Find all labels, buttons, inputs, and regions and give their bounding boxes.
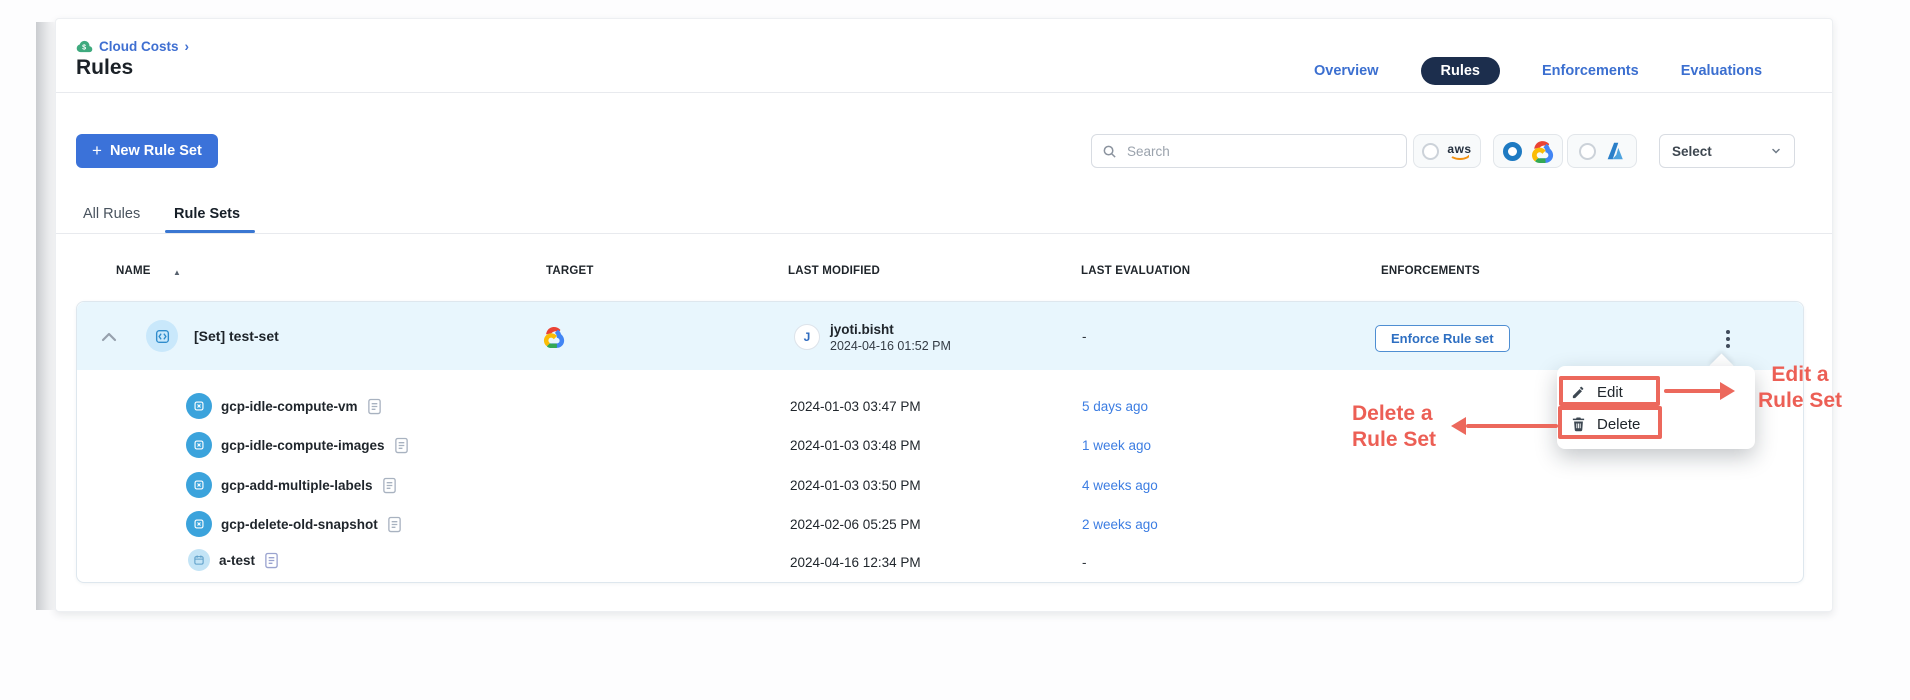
rule-doc-icon[interactable] bbox=[367, 398, 382, 415]
plus-icon: + bbox=[92, 141, 102, 161]
tab-all-rules[interactable]: All Rules bbox=[83, 206, 140, 222]
new-rule-set-button[interactable]: + New Rule Set bbox=[76, 134, 218, 168]
pencil-icon bbox=[1571, 385, 1586, 400]
rule-set-header-row[interactable]: [Set] test-set J jyoti.bisht 2024-04-16 … bbox=[77, 302, 1803, 370]
rule-doc-icon[interactable] bbox=[264, 552, 279, 569]
rule-set-icon bbox=[146, 320, 178, 352]
cloud-dollar-icon: $ bbox=[76, 38, 93, 55]
rule-icon bbox=[186, 432, 212, 458]
provider-toggle-aws[interactable]: aws bbox=[1413, 134, 1481, 168]
rule-doc-icon[interactable] bbox=[394, 437, 409, 454]
menu-item-edit[interactable]: Edit bbox=[1571, 378, 1741, 406]
rule-name[interactable]: gcp-add-multiple-labels bbox=[221, 478, 373, 493]
rule-set-name[interactable]: [Set] test-set bbox=[194, 328, 279, 344]
menu-item-delete[interactable]: Delete bbox=[1571, 410, 1741, 438]
breadcrumb-label[interactable]: Cloud Costs bbox=[99, 39, 179, 54]
rule-doc-icon[interactable] bbox=[382, 477, 397, 494]
modified-at: 2024-04-16 01:52 PM bbox=[830, 339, 951, 353]
column-header-last-evaluation: LAST EVALUATION bbox=[1081, 265, 1190, 277]
table-row[interactable]: gcp-idle-compute-vm 2024-01-03 03:47 PM … bbox=[77, 386, 1803, 426]
context-menu: Edit Delete bbox=[1557, 366, 1755, 449]
rule-modified: 2024-02-06 05:25 PM bbox=[790, 517, 921, 532]
tabs-divider bbox=[56, 233, 1832, 234]
rule-icon bbox=[186, 393, 212, 419]
rule-evaluation-link[interactable]: 2 weeks ago bbox=[1082, 517, 1158, 532]
kebab-menu-icon[interactable] bbox=[1717, 324, 1739, 354]
panel-edge-shadow bbox=[36, 22, 56, 610]
column-header-last-modified: LAST MODIFIED bbox=[788, 265, 880, 277]
rule-doc-icon[interactable] bbox=[387, 516, 402, 533]
gcp-target-icon bbox=[542, 325, 565, 348]
last-modified-cell: jyoti.bisht 2024-04-16 01:52 PM bbox=[830, 322, 951, 353]
tab-overview[interactable]: Overview bbox=[1314, 63, 1379, 79]
column-header-name[interactable]: NAME bbox=[116, 265, 151, 277]
column-header-target: TARGET bbox=[546, 265, 594, 277]
avatar: J bbox=[794, 324, 820, 350]
breadcrumb-separator: › bbox=[185, 39, 190, 54]
main-card: $ Cloud Costs › Rules Overview Rules Enf… bbox=[55, 18, 1833, 612]
rule-name[interactable]: gcp-idle-compute-vm bbox=[221, 399, 358, 414]
aws-icon: aws bbox=[1447, 143, 1471, 160]
rule-modified: 2024-01-03 03:50 PM bbox=[790, 478, 921, 493]
search-icon bbox=[1102, 144, 1117, 159]
header-divider bbox=[56, 92, 1832, 93]
new-rule-set-label: New Rule Set bbox=[110, 143, 202, 159]
gcp-icon bbox=[1530, 139, 1554, 163]
rule-name[interactable]: gcp-idle-compute-images bbox=[221, 438, 385, 453]
table-row[interactable]: gcp-add-multiple-labels 2024-01-03 03:50… bbox=[77, 465, 1803, 505]
rule-evaluation-link[interactable]: 4 weeks ago bbox=[1082, 478, 1158, 493]
tab-evaluations[interactable]: Evaluations bbox=[1681, 63, 1762, 79]
rule-name[interactable]: a-test bbox=[219, 553, 255, 568]
rule-evaluation-value: - bbox=[1082, 555, 1087, 570]
search-box[interactable] bbox=[1091, 134, 1407, 168]
azure-radio[interactable] bbox=[1579, 143, 1596, 160]
rule-icon bbox=[188, 549, 210, 571]
select-dropdown[interactable]: Select bbox=[1659, 134, 1795, 168]
chevron-up-icon[interactable] bbox=[101, 331, 117, 343]
page-title: Rules bbox=[76, 56, 133, 80]
sort-asc-icon[interactable]: ▲ bbox=[173, 268, 181, 277]
rule-modified: 2024-01-03 03:48 PM bbox=[790, 438, 921, 453]
table-row[interactable]: gcp-delete-old-snapshot 2024-02-06 05:25… bbox=[77, 504, 1803, 544]
table-row[interactable]: gcp-idle-compute-images 2024-01-03 03:48… bbox=[77, 425, 1803, 465]
last-evaluation-value: - bbox=[1082, 329, 1087, 344]
tab-rules[interactable]: Rules bbox=[1421, 57, 1501, 85]
top-nav: Overview Rules Enforcements Evaluations bbox=[1314, 57, 1762, 85]
rule-modified: 2024-01-03 03:47 PM bbox=[790, 399, 921, 414]
menu-item-edit-label: Edit bbox=[1597, 384, 1623, 401]
search-input[interactable] bbox=[1125, 143, 1396, 160]
menu-item-delete-label: Delete bbox=[1597, 416, 1640, 433]
provider-toggle-azure[interactable] bbox=[1567, 134, 1637, 168]
rule-evaluation-link[interactable]: 1 week ago bbox=[1082, 438, 1151, 453]
gcp-radio[interactable] bbox=[1503, 142, 1522, 161]
rule-set-card: [Set] test-set J jyoti.bisht 2024-04-16 … bbox=[76, 301, 1804, 583]
breadcrumb[interactable]: $ Cloud Costs › bbox=[76, 38, 189, 55]
rule-modified: 2024-04-16 12:34 PM bbox=[790, 555, 921, 570]
tab-rule-sets[interactable]: Rule Sets bbox=[174, 206, 240, 222]
svg-text:$: $ bbox=[82, 44, 86, 52]
select-label: Select bbox=[1672, 144, 1712, 159]
rule-icon bbox=[186, 511, 212, 537]
chevron-down-icon bbox=[1770, 145, 1782, 157]
column-header-enforcements: ENFORCEMENTS bbox=[1381, 265, 1480, 277]
trash-icon bbox=[1571, 416, 1586, 432]
azure-icon bbox=[1604, 140, 1626, 162]
modified-by: jyoti.bisht bbox=[830, 322, 951, 337]
rule-evaluation-link[interactable]: 5 days ago bbox=[1082, 399, 1148, 414]
page: $ Cloud Costs › Rules Overview Rules Enf… bbox=[0, 0, 1910, 700]
provider-toggle-gcp[interactable] bbox=[1493, 134, 1563, 168]
enforce-rule-set-button[interactable]: Enforce Rule set bbox=[1375, 325, 1510, 352]
rule-name[interactable]: gcp-delete-old-snapshot bbox=[221, 517, 378, 532]
table-row[interactable]: a-test 2024-04-16 12:34 PM - bbox=[77, 542, 1803, 582]
rule-icon bbox=[186, 472, 212, 498]
tab-enforcements[interactable]: Enforcements bbox=[1542, 63, 1639, 79]
aws-radio[interactable] bbox=[1422, 143, 1439, 160]
